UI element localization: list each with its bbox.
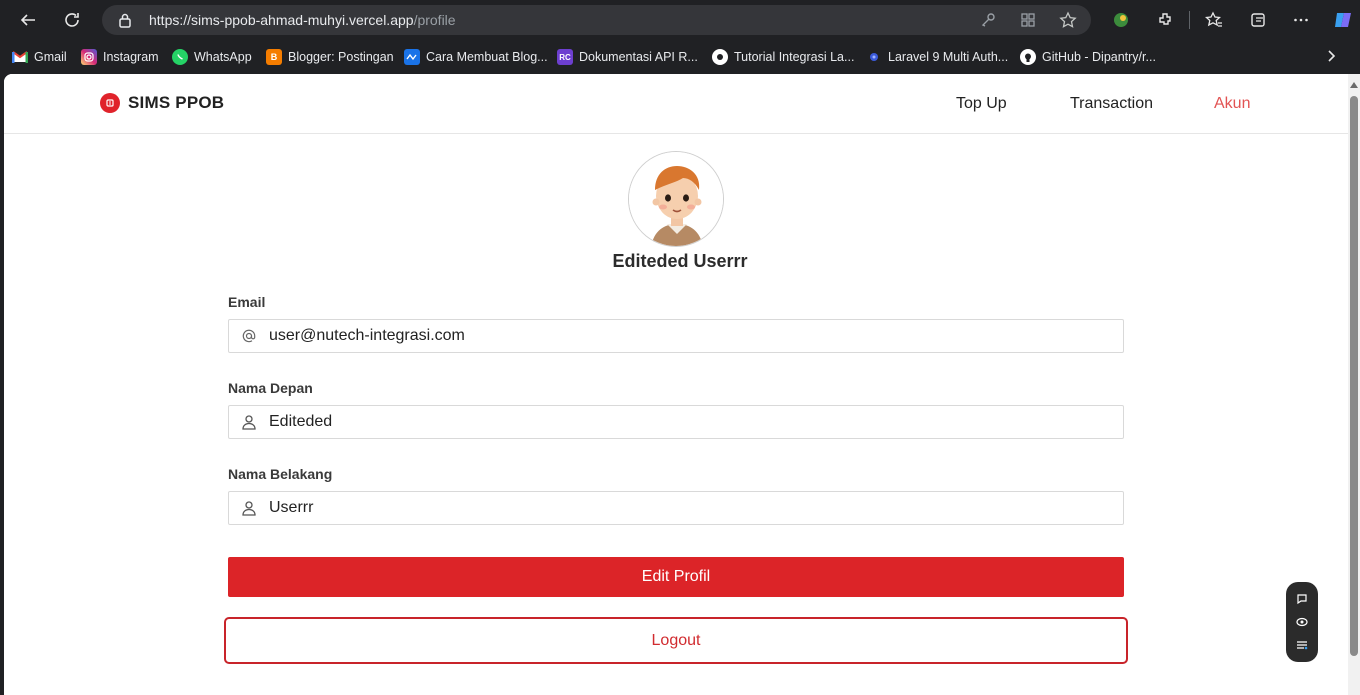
bookmark-gmail[interactable]: Gmail (12, 48, 67, 66)
last-name-field[interactable] (228, 491, 1124, 525)
at-sign-icon (229, 320, 269, 352)
bookmark-label: GitHub - Dipantry/r... (1042, 50, 1156, 64)
first-name-field[interactable] (228, 405, 1124, 439)
avatar[interactable] (628, 151, 724, 247)
bookmark-label: Blogger: Postingan (288, 50, 394, 64)
star-icon[interactable] (1059, 11, 1077, 29)
tutorial-icon (712, 49, 728, 65)
blog-icon (404, 49, 420, 65)
apps-icon[interactable] (1019, 11, 1037, 29)
logo-icon (100, 93, 120, 113)
last-name-label: Nama Belakang (228, 466, 333, 482)
bookmark-label: WhatsApp (194, 50, 252, 64)
bookmark-label: Laravel 9 Multi Auth... (888, 50, 1009, 64)
brand-name: SIMS PPOB (128, 93, 225, 112)
scroll-up-icon[interactable] (1350, 82, 1358, 88)
user-icon (229, 406, 269, 438)
reload-icon[interactable] (60, 8, 84, 32)
chevron-right-icon[interactable] (1322, 47, 1340, 65)
floating-toolbar (1286, 582, 1318, 662)
bookmark-label: Gmail (34, 50, 67, 64)
logout-button[interactable]: Logout (224, 617, 1128, 664)
browser-toolbar: https://sims-ppob-ahmad-muhyi.vercel.app… (0, 0, 1360, 40)
nav-transaction[interactable]: Transaction (1070, 95, 1153, 113)
edit-profile-button[interactable]: Edit Profil (228, 557, 1124, 597)
github-icon (1020, 49, 1036, 65)
list-icon[interactable] (1295, 638, 1309, 652)
nav-akun[interactable]: Akun (1214, 95, 1250, 113)
address-bar[interactable]: https://sims-ppob-ahmad-muhyi.vercel.app… (102, 5, 1091, 35)
copilot-icon[interactable] (1332, 9, 1354, 31)
more-menu-icon[interactable] (1290, 9, 1312, 31)
url-host: https://sims-ppob-ahmad-muhyi.vercel.app (149, 12, 414, 28)
page-scrollbar[interactable] (1348, 74, 1360, 695)
nav-topup[interactable]: Top Up (956, 95, 1007, 113)
email-input[interactable] (269, 321, 1109, 351)
user-icon (229, 492, 269, 524)
last-name-input[interactable] (269, 493, 1109, 523)
whatsapp-icon (172, 49, 188, 65)
extensions-puzzle-icon[interactable] (1154, 9, 1176, 31)
url-path: /profile (413, 12, 456, 28)
bookmark-cara-membuat-blog[interactable]: Cara Membuat Blog... (404, 48, 548, 66)
brand-link[interactable]: SIMS PPOB (100, 93, 224, 113)
laravel-icon (866, 49, 882, 65)
first-name-input[interactable] (269, 407, 1109, 437)
profile-name: Editeded Userrr (612, 251, 748, 271)
key-icon[interactable] (979, 11, 997, 29)
bookmark-label: Tutorial Integrasi La... (734, 50, 855, 64)
collections-icon[interactable] (1247, 9, 1269, 31)
first-name-label: Nama Depan (228, 380, 313, 396)
back-icon[interactable] (16, 8, 40, 32)
bookmarks-bar: Gmail Instagram WhatsApp B Blogger: Post… (0, 40, 1360, 74)
page-viewport: SIMS PPOB Top Up Transaction Akun Edited… (4, 74, 1360, 695)
url-text: https://sims-ppob-ahmad-muhyi.vercel.app… (149, 12, 456, 28)
bookmark-label: Cara Membuat Blog... (426, 50, 548, 64)
chat-bubble-icon[interactable] (1295, 592, 1309, 606)
bookmark-tutorial-integrasi[interactable]: Tutorial Integrasi La... (712, 48, 854, 66)
lock-icon[interactable] (118, 12, 132, 33)
bookmark-dokumentasi-api[interactable]: RC Dokumentasi API R... (557, 48, 698, 66)
bookmark-label: Dokumentasi API R... (579, 50, 698, 64)
bookmark-github[interactable]: GitHub - Dipantry/r... (1020, 48, 1156, 66)
email-field[interactable] (228, 319, 1124, 353)
eye-icon[interactable] (1295, 615, 1309, 629)
email-label: Email (228, 294, 266, 310)
bookmark-whatsapp[interactable]: WhatsApp (172, 48, 252, 66)
bookmark-laravel[interactable]: Laravel 9 Multi Auth... (866, 48, 1008, 66)
bookmark-label: Instagram (103, 50, 159, 64)
rc-icon: RC (557, 49, 573, 65)
scroll-thumb[interactable] (1350, 96, 1358, 656)
gmail-icon (12, 49, 28, 65)
top-navbar: SIMS PPOB Top Up Transaction Akun (4, 74, 1348, 134)
extension-globe-icon[interactable] (1110, 9, 1132, 31)
bookmark-instagram[interactable]: Instagram (81, 48, 159, 66)
instagram-icon (81, 49, 97, 65)
blogger-icon: B (266, 49, 282, 65)
favorites-icon[interactable] (1203, 9, 1225, 31)
bookmark-blogger[interactable]: B Blogger: Postingan (266, 48, 394, 66)
toolbar-separator (1189, 11, 1190, 29)
